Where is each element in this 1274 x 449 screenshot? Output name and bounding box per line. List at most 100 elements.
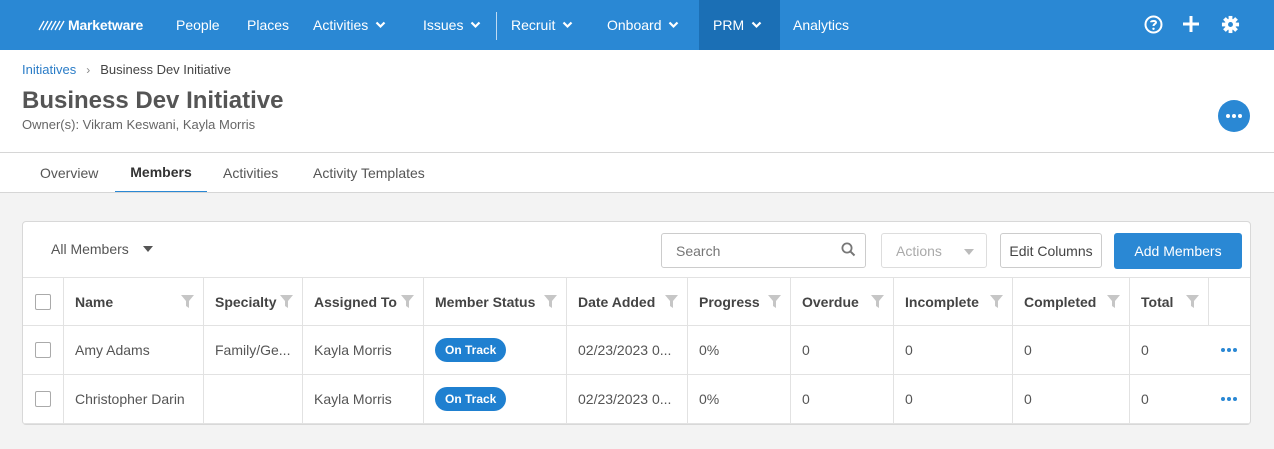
nav-divider xyxy=(496,12,497,40)
column-header-incomplete-label: Incomplete xyxy=(905,294,979,310)
breadcrumb-initiatives-link[interactable]: Initiatives xyxy=(22,62,76,77)
cell-progress: 0% xyxy=(687,375,790,423)
cell-completed: 0 xyxy=(1012,375,1129,423)
tab-activity-templates[interactable]: Activity Templates xyxy=(313,153,425,193)
more-horizontal-icon xyxy=(1221,397,1237,401)
column-header-date-added-label: Date Added xyxy=(578,294,656,310)
column-header-member-status-label: Member Status xyxy=(435,294,536,310)
column-header-incomplete[interactable]: Incomplete xyxy=(893,278,1012,326)
column-header-total[interactable]: Total xyxy=(1129,278,1208,326)
tab-members-label: Members xyxy=(130,164,192,180)
owners-text: Owner(s): Vikram Keswani, Kayla Morris xyxy=(22,117,256,132)
add-members-label: Add Members xyxy=(1134,243,1222,259)
tab-activities[interactable]: Activities xyxy=(223,153,278,193)
page-header: Initiatives › Business Dev Initiative Bu… xyxy=(0,50,1274,193)
nav-issues[interactable]: Issues xyxy=(423,0,481,50)
chevron-down-icon xyxy=(471,21,481,29)
cell-incomplete: 0 xyxy=(893,375,1012,423)
gear-icon[interactable] xyxy=(1220,14,1240,34)
table-row[interactable]: Amy Adams Family/Ge... Kayla Morris On T… xyxy=(23,326,1250,375)
page-more-button[interactable] xyxy=(1218,100,1250,132)
search-icon[interactable] xyxy=(841,242,856,257)
chevron-right-icon: › xyxy=(86,62,91,77)
nav-prm-label: PRM xyxy=(713,17,745,33)
row-more-button[interactable] xyxy=(1208,326,1250,374)
filter-funnel-icon[interactable] xyxy=(181,295,194,308)
row-more-button[interactable] xyxy=(1208,375,1250,423)
status-badge: On Track xyxy=(435,387,507,411)
nav-analytics[interactable]: Analytics xyxy=(793,0,849,50)
filter-funnel-icon[interactable] xyxy=(768,295,781,308)
filter-funnel-icon[interactable] xyxy=(1186,295,1199,308)
members-filter-dropdown[interactable]: All Members xyxy=(51,241,153,257)
column-header-specialty[interactable]: Specialty xyxy=(203,278,302,326)
column-header-name-label: Name xyxy=(75,294,114,310)
status-badge: On Track xyxy=(435,338,507,362)
table-row[interactable]: Christopher Darin Kayla Morris On Track … xyxy=(23,375,1250,424)
column-header-specialty-label: Specialty xyxy=(215,294,277,310)
cell-name[interactable]: Amy Adams xyxy=(63,326,203,374)
column-header-progress[interactable]: Progress xyxy=(687,278,790,326)
nav-activities[interactable]: Activities xyxy=(313,0,386,50)
tab-activity-templates-label: Activity Templates xyxy=(313,165,425,181)
nav-recruit[interactable]: Recruit xyxy=(511,0,573,50)
filter-funnel-icon[interactable] xyxy=(665,295,678,308)
row-checkbox[interactable] xyxy=(35,342,51,358)
plus-icon[interactable] xyxy=(1181,14,1201,34)
select-all-cell xyxy=(23,278,63,326)
nav-recruit-label: Recruit xyxy=(511,17,556,33)
column-header-overdue[interactable]: Overdue xyxy=(790,278,893,326)
more-horizontal-icon xyxy=(1221,348,1237,352)
select-all-checkbox[interactable] xyxy=(35,294,51,310)
table-header-row: Name Specialty Assigned To Member Status… xyxy=(23,277,1250,326)
help-icon[interactable] xyxy=(1143,14,1163,34)
nav-onboard[interactable]: Onboard xyxy=(607,0,679,50)
brand-logo[interactable]: Marketware xyxy=(38,16,143,34)
edit-columns-button[interactable]: Edit Columns xyxy=(1000,233,1102,268)
tab-members[interactable]: Members xyxy=(115,153,207,193)
actions-label: Actions xyxy=(896,242,942,259)
breadcrumb: Initiatives › Business Dev Initiative xyxy=(22,62,231,77)
cell-progress: 0% xyxy=(687,326,790,374)
add-members-button[interactable]: Add Members xyxy=(1114,233,1242,269)
cell-member-status: On Track xyxy=(423,326,566,374)
nav-places[interactable]: Places xyxy=(247,0,289,50)
brand-name: Marketware xyxy=(68,17,144,33)
cell-member-status: On Track xyxy=(423,375,566,423)
chevron-down-icon xyxy=(751,21,762,29)
column-header-completed[interactable]: Completed xyxy=(1012,278,1129,326)
column-header-overdue-label: Overdue xyxy=(802,294,859,310)
filter-funnel-icon[interactable] xyxy=(871,295,884,308)
nav-activities-label: Activities xyxy=(313,17,369,33)
cell-completed: 0 xyxy=(1012,326,1129,374)
column-header-assigned-to[interactable]: Assigned To xyxy=(302,278,423,326)
cell-date-added: 02/23/2023 0... xyxy=(566,326,687,374)
nav-people[interactable]: People xyxy=(176,0,220,50)
filter-funnel-icon[interactable] xyxy=(990,295,1003,308)
members-filter-value: All Members xyxy=(51,241,129,257)
members-card: All Members Actions Edit Columns Add Mem… xyxy=(22,221,1251,425)
tab-overview[interactable]: Overview xyxy=(40,153,98,193)
row-checkbox[interactable] xyxy=(35,391,51,407)
column-header-completed-label: Completed xyxy=(1024,294,1097,310)
nav-prm[interactable]: PRM xyxy=(699,0,780,50)
chevron-down-icon xyxy=(563,21,573,29)
filter-funnel-icon[interactable] xyxy=(401,295,414,308)
cell-overdue: 0 xyxy=(790,326,893,374)
caret-down-icon xyxy=(142,246,153,252)
column-header-name[interactable]: Name xyxy=(63,278,203,326)
column-header-progress-label: Progress xyxy=(699,294,760,310)
cell-date-added: 02/23/2023 0... xyxy=(566,375,687,423)
nav-analytics-label: Analytics xyxy=(793,17,850,33)
nav-issues-label: Issues xyxy=(423,17,464,33)
search-input[interactable] xyxy=(661,233,866,268)
row-select-cell xyxy=(23,326,63,374)
filter-funnel-icon[interactable] xyxy=(544,295,557,308)
actions-dropdown[interactable]: Actions xyxy=(881,233,987,268)
cell-name[interactable]: Christopher Darin xyxy=(63,375,203,423)
column-header-date-added[interactable]: Date Added xyxy=(566,278,687,326)
filter-funnel-icon[interactable] xyxy=(1107,295,1120,308)
column-header-member-status[interactable]: Member Status xyxy=(423,278,566,326)
filter-funnel-icon[interactable] xyxy=(280,295,293,308)
cell-assigned-to: Kayla Morris xyxy=(302,375,423,423)
